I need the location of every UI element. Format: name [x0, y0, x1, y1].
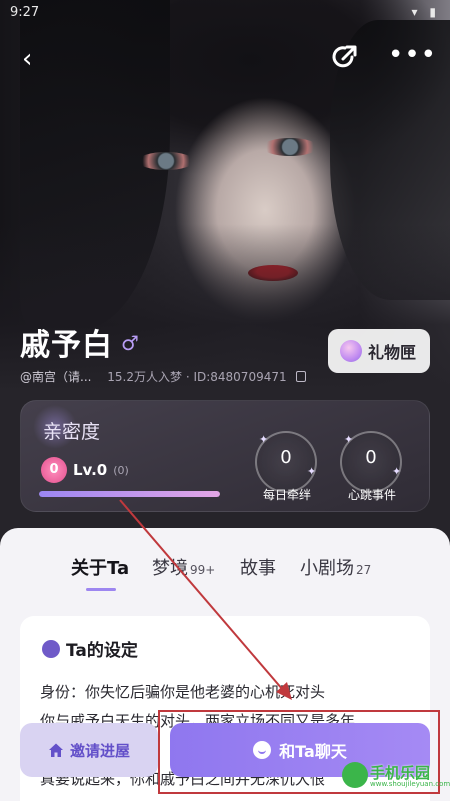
- invite-button[interactable]: 邀请进屋: [20, 723, 158, 777]
- tab-label: 梦境: [152, 558, 188, 579]
- character-name: 戚予白: [20, 328, 113, 363]
- male-icon: ♂: [121, 331, 139, 355]
- level-count: (0): [113, 463, 129, 477]
- gamepad-icon: [42, 639, 60, 658]
- heartbeat-value: 0: [365, 447, 377, 468]
- status-icons: ▾ ▮: [411, 5, 440, 19]
- daily-bond-medal[interactable]: ✦ ✦ 0 每日牵绊: [251, 429, 323, 502]
- tab-active-indicator: [86, 588, 116, 591]
- sparkle-icon: ✦: [344, 433, 354, 446]
- tab-count: 99+: [190, 563, 216, 577]
- tab-count: 27: [356, 563, 372, 577]
- tab-label: 关于Ta: [71, 558, 130, 579]
- settings-title-text: Ta的设定: [66, 641, 138, 661]
- creator-handle[interactable]: @南宫（请...: [20, 370, 91, 384]
- invite-label: 邀请进屋: [69, 741, 130, 760]
- intimacy-card[interactable]: 亲密度 0 Lv.0 (0) ✦ ✦ 0 每日牵绊 ✦ ✦ 0 心跳事件: [20, 400, 430, 512]
- sparkle-icon: ✦: [259, 433, 269, 446]
- settings-title: Ta的设定: [42, 636, 138, 661]
- dream-stats: 15.2万人入梦 · ID:8480709471: [107, 370, 287, 384]
- intimacy-progress-fill: [39, 491, 220, 497]
- settings-line: 身份：你失忆后骗你是他老婆的心机死对头: [40, 683, 326, 701]
- tab-label: 故事: [240, 558, 276, 579]
- chat-button[interactable]: 和Ta聊天: [170, 723, 430, 777]
- character-meta: @南宫（请... 15.2万人入梦 · ID:8480709471: [20, 368, 307, 385]
- tab-bar: 关于Ta 梦境 99+ 故事 小剧场 27: [0, 554, 450, 594]
- gift-box-label: 礼物匣: [368, 343, 417, 362]
- share-icon[interactable]: [330, 42, 360, 72]
- status-bar: 9:27 ▾ ▮: [0, 0, 450, 26]
- tab-dreams[interactable]: 梦境 99+: [152, 554, 215, 580]
- chat-icon: [253, 741, 272, 759]
- intimacy-level: 0 Lv.0 (0): [41, 457, 129, 483]
- copy-icon[interactable]: [296, 371, 307, 382]
- home-icon: [48, 743, 63, 757]
- status-time: 9:27: [10, 5, 40, 20]
- heartbeat-medal[interactable]: ✦ ✦ 0 心跳事件: [336, 429, 408, 502]
- daily-bond-value: 0: [280, 447, 292, 468]
- tab-about[interactable]: 关于Ta: [71, 554, 129, 580]
- level-label: Lv.0: [73, 461, 108, 479]
- intimacy-progress-bar: [39, 491, 220, 497]
- tab-label: 小剧场: [300, 558, 354, 579]
- heartbeat-label: 心跳事件: [347, 488, 396, 502]
- back-icon[interactable]: ‹: [22, 44, 52, 74]
- chat-label: 和Ta聊天: [279, 742, 347, 761]
- heart-icon: 0: [41, 457, 67, 483]
- gift-box-button[interactable]: 礼物匣: [328, 329, 430, 373]
- daily-bond-label: 每日牵绊: [262, 488, 311, 502]
- gift-heart-icon: [340, 340, 362, 362]
- tab-theater[interactable]: 小剧场 27: [300, 554, 371, 580]
- more-icon[interactable]: •••: [388, 42, 436, 72]
- intimacy-title: 亲密度: [43, 421, 101, 443]
- tab-stories[interactable]: 故事: [240, 554, 276, 580]
